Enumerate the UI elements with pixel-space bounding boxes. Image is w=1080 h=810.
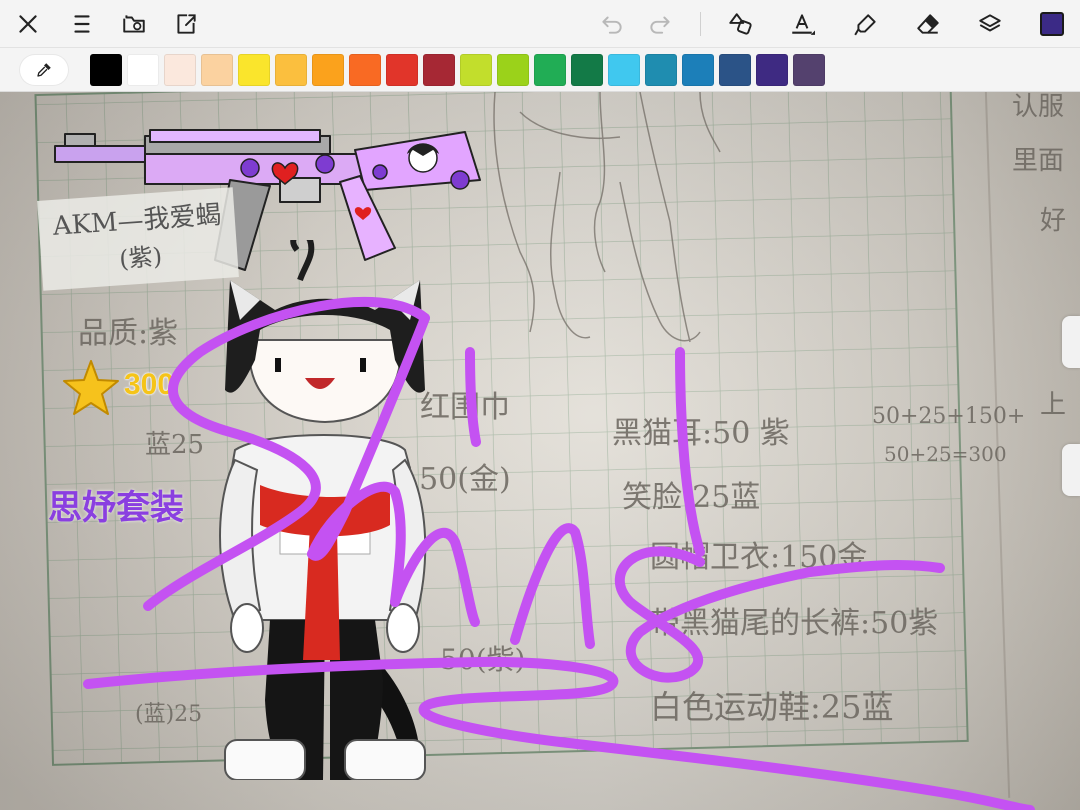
eraser-icon — [917, 14, 939, 34]
open-folder-button[interactable] — [114, 4, 154, 44]
menu-icon — [74, 15, 90, 33]
color-swatch-17[interactable] — [682, 54, 714, 86]
text-tool-icon — [792, 14, 815, 35]
color-swatch-3[interactable] — [164, 54, 196, 86]
color-swatch-16[interactable] — [645, 54, 677, 86]
top-toolbar — [0, 0, 1080, 48]
menu-button[interactable] — [62, 4, 102, 44]
undo-button[interactable] — [592, 4, 632, 44]
folder-icon — [123, 15, 145, 33]
shape-icon — [729, 13, 752, 35]
shape-tool-button[interactable] — [720, 4, 760, 44]
eyedropper-button[interactable] — [20, 55, 68, 85]
color-swatch-18[interactable] — [719, 54, 751, 86]
layers-icon — [979, 14, 1001, 32]
color-swatch-14[interactable] — [571, 54, 603, 86]
color-palette-bar — [0, 48, 1080, 92]
color-swatch-13[interactable] — [534, 54, 566, 86]
layers-button[interactable] — [970, 4, 1010, 44]
color-swatches — [90, 54, 825, 86]
color-swatch-4[interactable] — [201, 54, 233, 86]
drawing-canvas[interactable]: 品质:紫 蓝25 红围巾 150(金) 黑猫耳:50 紫 50+25+150+ … — [0, 92, 1080, 810]
color-swatch-5[interactable] — [238, 54, 270, 86]
share-icon — [177, 14, 196, 34]
eyedropper-icon — [37, 63, 51, 77]
toolbar-separator — [700, 12, 701, 36]
current-color-swatch[interactable] — [1040, 12, 1064, 36]
color-swatch-20[interactable] — [793, 54, 825, 86]
undo-icon — [602, 16, 622, 34]
color-swatch-15[interactable] — [608, 54, 640, 86]
color-swatch-1[interactable] — [90, 54, 122, 86]
color-swatch-6[interactable] — [275, 54, 307, 86]
redo-button[interactable] — [640, 4, 680, 44]
color-swatch-8[interactable] — [349, 54, 381, 86]
color-swatch-10[interactable] — [423, 54, 455, 86]
redo-icon — [650, 16, 670, 34]
color-swatch-7[interactable] — [312, 54, 344, 86]
color-swatch-11[interactable] — [460, 54, 492, 86]
color-swatch-9[interactable] — [386, 54, 418, 86]
color-swatch-2[interactable] — [127, 54, 159, 86]
close-icon — [19, 15, 37, 33]
lasso-tool-button[interactable] — [846, 4, 886, 44]
side-panel-handle-2[interactable] — [1062, 444, 1080, 496]
purple-freehand-strokes — [83, 296, 1035, 810]
export-button[interactable] — [166, 4, 206, 44]
eraser-tool-button[interactable] — [908, 4, 948, 44]
text-tool-button[interactable] — [782, 4, 822, 44]
lasso-icon — [854, 14, 876, 36]
color-swatch-12[interactable] — [497, 54, 529, 86]
color-swatch-19[interactable] — [756, 54, 788, 86]
side-panel-handle-1[interactable] — [1062, 316, 1080, 368]
close-button[interactable] — [8, 4, 48, 44]
